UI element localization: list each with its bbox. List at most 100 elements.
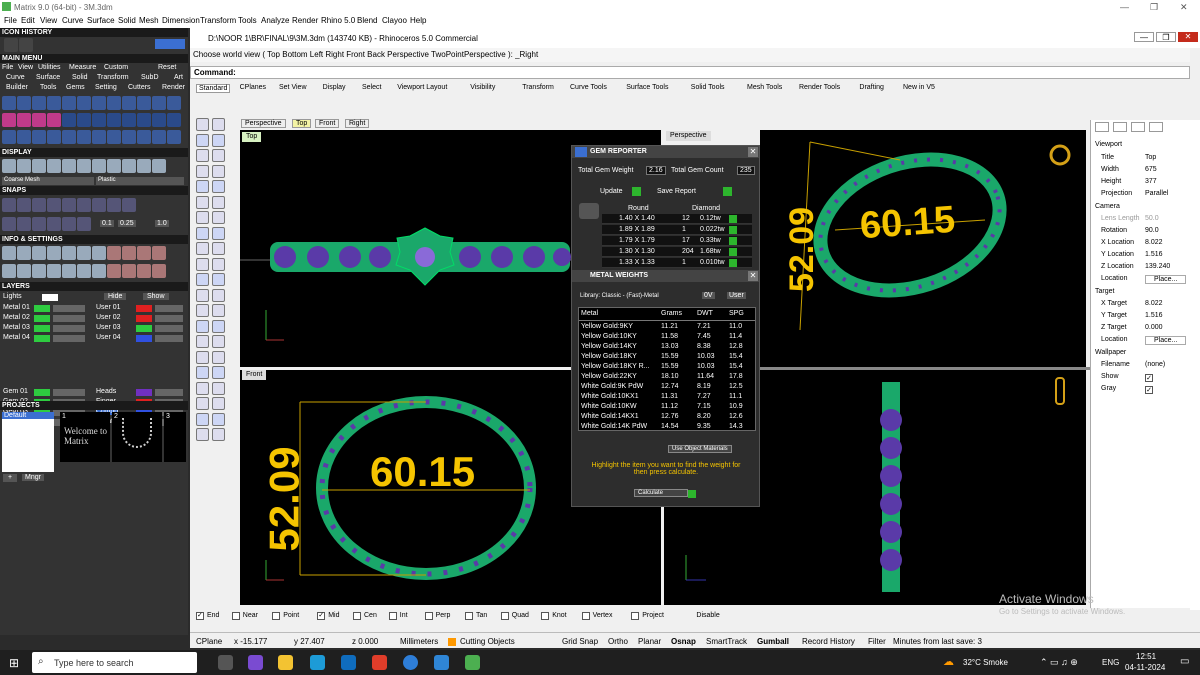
layer-name[interactable]: Metal 03 bbox=[3, 324, 30, 331]
snap-icon[interactable] bbox=[92, 198, 106, 212]
tool-icon[interactable] bbox=[32, 130, 46, 144]
status-filter[interactable]: Filter bbox=[868, 637, 886, 646]
status-gumball[interactable]: Gumball bbox=[757, 637, 789, 646]
command-input[interactable]: Command: bbox=[190, 66, 1190, 79]
tool-icon[interactable] bbox=[62, 130, 76, 144]
minimize-icon[interactable]: — bbox=[1120, 2, 1129, 12]
project-thumb-3[interactable]: 3 bbox=[164, 412, 186, 462]
tool-icon[interactable] bbox=[2, 130, 16, 144]
prop-value[interactable]: 8.022 bbox=[1145, 300, 1163, 307]
info-icon[interactable] bbox=[32, 264, 46, 278]
tool-icon[interactable] bbox=[122, 130, 136, 144]
menu-mesh[interactable]: Mesh bbox=[139, 16, 159, 25]
user-layer-name[interactable]: User 02 bbox=[96, 314, 121, 321]
file-explorer-icon[interactable] bbox=[278, 655, 293, 670]
draw-tool-icon[interactable] bbox=[212, 118, 225, 131]
mm-builder[interactable]: Builder bbox=[6, 84, 28, 91]
close-icon[interactable]: ✕ bbox=[1180, 2, 1188, 13]
tool-icon[interactable] bbox=[137, 130, 151, 144]
draw-tool-icon[interactable] bbox=[196, 195, 209, 209]
layer-color-swatch[interactable] bbox=[34, 389, 50, 396]
prop-value[interactable]: 1.516 bbox=[1145, 312, 1163, 319]
display-mode-icon[interactable] bbox=[92, 159, 106, 173]
pink-tool-icon[interactable] bbox=[47, 113, 61, 127]
info-icon[interactable] bbox=[107, 264, 121, 278]
draw-tool-icon[interactable] bbox=[196, 304, 209, 317]
tool-icon[interactable] bbox=[47, 130, 61, 144]
display-mode-icon[interactable] bbox=[77, 159, 91, 173]
lights-swatch[interactable] bbox=[42, 294, 58, 301]
draw-tool-icon[interactable] bbox=[212, 211, 225, 224]
osnap-label[interactable]: Project bbox=[642, 612, 664, 619]
info-icon[interactable] bbox=[47, 246, 61, 260]
prop-value[interactable]: Top bbox=[1145, 154, 1156, 161]
ring-tool-icon[interactable] bbox=[32, 96, 46, 110]
user-layer-toggles[interactable] bbox=[155, 325, 183, 332]
draw-tool-icon[interactable] bbox=[212, 180, 225, 193]
draw-tool-icon[interactable] bbox=[196, 350, 209, 364]
metal-cell[interactable]: Yellow Gold:18KY bbox=[581, 353, 637, 360]
tab-right[interactable]: Right bbox=[345, 119, 370, 128]
user-layer-toggles[interactable] bbox=[155, 315, 183, 322]
info-icon[interactable] bbox=[137, 246, 151, 260]
toolbar-tab[interactable]: Render Tools bbox=[799, 84, 840, 91]
gem-row-select-icon[interactable] bbox=[729, 248, 737, 256]
status-ortho[interactable]: Ortho bbox=[608, 637, 628, 646]
display-mode-icon[interactable] bbox=[122, 159, 136, 173]
prop-value[interactable]: 139.240 bbox=[1145, 263, 1170, 270]
hide-button[interactable]: Hide bbox=[104, 293, 127, 300]
calculate-button[interactable]: Calculate bbox=[634, 489, 689, 497]
metal-col-header[interactable]: Grams bbox=[661, 310, 682, 317]
menu-tools[interactable]: Tools bbox=[238, 16, 257, 25]
toolbar-tab[interactable]: Display bbox=[323, 84, 346, 91]
display-mode-icon[interactable] bbox=[47, 159, 61, 173]
layer-name[interactable]: Metal 02 bbox=[3, 314, 30, 321]
metal-close-icon[interactable]: ✕ bbox=[748, 271, 758, 281]
prop-value[interactable]: 90.0 bbox=[1145, 227, 1159, 234]
metal-cell[interactable]: 11.21 bbox=[661, 323, 678, 330]
prop-value[interactable]: (none) bbox=[1145, 361, 1165, 368]
metal-cell[interactable]: 12.5 bbox=[729, 383, 743, 390]
draw-tool-icon[interactable] bbox=[212, 257, 225, 271]
prop-value[interactable]: 50.0 bbox=[1145, 215, 1159, 222]
snap-icon[interactable] bbox=[17, 217, 31, 231]
layer-color-swatch[interactable] bbox=[34, 335, 50, 342]
metal-cell[interactable]: 7.27 bbox=[697, 393, 711, 400]
menu-blend[interactable]: Blend bbox=[357, 16, 377, 25]
layer-name[interactable]: Metal 01 bbox=[3, 304, 30, 311]
restore-icon[interactable]: ❐ bbox=[1150, 2, 1158, 13]
gem-row-select-icon[interactable] bbox=[729, 259, 737, 267]
info-icon[interactable] bbox=[92, 246, 106, 260]
menu-view[interactable]: View bbox=[40, 16, 57, 25]
metal-cell[interactable]: 12.74 bbox=[661, 383, 679, 390]
prop-value[interactable]: Parallel bbox=[1145, 190, 1168, 197]
ring-tool-icon[interactable] bbox=[92, 96, 106, 110]
osnap-checkbox[interactable]: ✓ bbox=[196, 612, 204, 620]
draw-tool-icon[interactable] bbox=[212, 397, 225, 410]
toolbar-tab[interactable]: Viewport Layout bbox=[397, 84, 447, 91]
osnap-checkbox[interactable] bbox=[581, 612, 590, 620]
metal-col-header[interactable]: Metal bbox=[581, 310, 598, 317]
ov-toggle[interactable]: 0V bbox=[702, 292, 715, 299]
osnap-checkbox[interactable] bbox=[231, 612, 240, 620]
prop-checkbox[interactable]: ✓ bbox=[1145, 374, 1153, 382]
info-icon[interactable] bbox=[32, 246, 46, 260]
snap-icon[interactable] bbox=[122, 198, 136, 212]
snap-0.1[interactable]: 0.1 bbox=[100, 220, 114, 227]
info-icon[interactable] bbox=[122, 246, 136, 260]
ring-tool-icon[interactable] bbox=[47, 96, 61, 110]
metal-cell[interactable]: 15.4 bbox=[729, 363, 743, 370]
mm-reset[interactable]: Reset bbox=[158, 64, 176, 71]
mm-curve[interactable]: Curve bbox=[6, 74, 25, 81]
metal-cell[interactable]: 11.58 bbox=[661, 333, 678, 340]
tool-icon[interactable] bbox=[92, 130, 106, 144]
metal-cell[interactable]: 14.3 bbox=[729, 423, 743, 430]
metal-cell[interactable]: 11.0 bbox=[729, 323, 742, 330]
status-grid-snap[interactable]: Grid Snap bbox=[562, 637, 598, 646]
metal-cell[interactable]: White Gold:9K PdW bbox=[581, 383, 643, 390]
edge-icon[interactable] bbox=[310, 655, 325, 670]
info-icon[interactable] bbox=[17, 264, 31, 278]
ring-tool-icon[interactable] bbox=[137, 96, 151, 110]
ring-tool-icon[interactable] bbox=[77, 96, 91, 110]
metal-cell[interactable]: Yellow Gold:14KY bbox=[581, 343, 637, 350]
